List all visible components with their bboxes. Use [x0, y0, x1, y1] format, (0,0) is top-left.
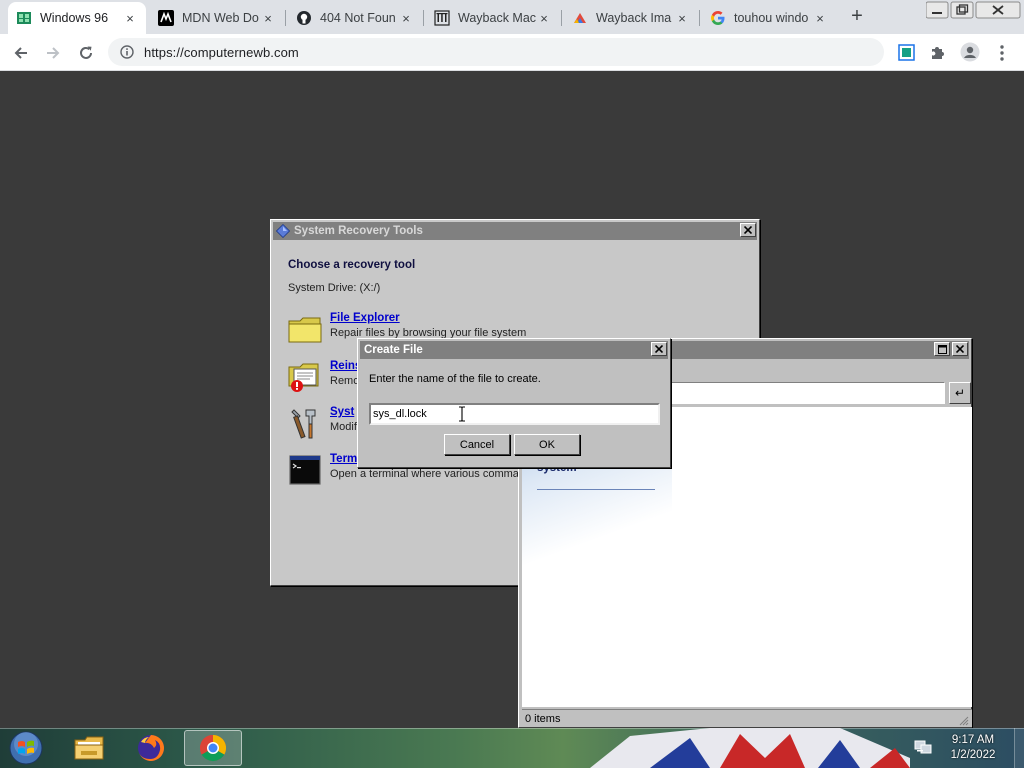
profile-avatar-icon[interactable] — [960, 42, 980, 62]
maximize-icon — [937, 344, 947, 354]
new-tab-button[interactable]: + — [846, 6, 868, 28]
start-button[interactable] — [4, 729, 48, 767]
tab-separator — [423, 10, 424, 26]
close-icon[interactable]: × — [122, 11, 138, 26]
terminal-icon — [289, 455, 321, 485]
resize-grip-icon[interactable] — [957, 714, 969, 726]
item-count: 0 items — [525, 713, 561, 725]
create-file-dialog: Create File Enter the name of the file t… — [357, 338, 671, 468]
show-desktop-button[interactable] — [1014, 728, 1024, 768]
mdn-favicon-icon — [158, 10, 174, 26]
sidebar-divider — [537, 489, 655, 490]
tools-icon — [291, 409, 316, 439]
network-icon[interactable] — [914, 738, 932, 756]
tool-description: Open a terminal where various comma — [330, 468, 519, 480]
firefox-icon — [138, 735, 164, 761]
windows96-favicon-icon — [16, 10, 32, 26]
taskbar-file-explorer[interactable] — [60, 730, 118, 766]
restore-icon[interactable] — [950, 1, 974, 19]
tab-touhou[interactable]: touhou windo × — [702, 2, 836, 34]
folder-icon — [288, 317, 322, 343]
wayback-images-favicon-icon — [572, 10, 588, 26]
taskbar-chrome[interactable] — [184, 730, 242, 766]
tool-name[interactable]: Term — [330, 453, 357, 465]
text-cursor-icon — [459, 406, 465, 422]
reload-button[interactable] — [73, 40, 99, 66]
tab-separator — [561, 10, 562, 26]
reinstall-icon — [288, 363, 319, 392]
taskbar-clock[interactable]: 9:17 AM 1/2/2022 — [940, 733, 1006, 763]
puzzle-extensions-icon[interactable] — [929, 44, 946, 61]
close-icon[interactable]: × — [674, 11, 690, 26]
wallpaper-art-icon — [590, 728, 910, 768]
google-favicon-icon — [710, 10, 726, 26]
dialog-title: Create File — [364, 344, 423, 356]
tab-label: touhou windo — [734, 11, 809, 25]
recovery-close-button[interactable] — [740, 223, 756, 237]
wayback-favicon-icon — [434, 10, 450, 26]
file-explorer-icon — [74, 736, 104, 760]
system-drive-label: System Drive: (X:/) — [288, 282, 381, 294]
close-icon[interactable]: × — [260, 11, 276, 26]
window-controls — [926, 1, 1021, 19]
tab-label: MDN Web Do — [182, 11, 259, 25]
tab-separator — [285, 10, 286, 26]
recovery-title-bar[interactable]: System Recovery Tools — [273, 222, 757, 240]
recovery-heading: Choose a recovery tool — [288, 259, 416, 271]
dialog-prompt: Enter the name of the file to create. — [369, 373, 541, 385]
forward-button[interactable] — [40, 40, 66, 66]
close-icon — [956, 345, 964, 353]
back-button[interactable] — [8, 40, 34, 66]
tool-name[interactable]: Syst — [330, 406, 354, 418]
reload-icon — [80, 46, 92, 59]
file-name-input[interactable] — [369, 403, 660, 425]
close-icon — [744, 226, 752, 234]
browser-tab-strip: Windows 96 × MDN Web Do × 404 Not Foun ×… — [0, 0, 1024, 34]
tab-404[interactable]: 404 Not Foun × — [288, 2, 422, 34]
clock-time: 9:17 AM — [951, 734, 995, 746]
explorer-path-input[interactable] — [669, 382, 945, 404]
ok-button[interactable]: OK — [514, 434, 580, 455]
address-bar[interactable]: https://computernewb.com — [108, 38, 884, 66]
recovery-title: System Recovery Tools — [294, 225, 423, 237]
tab-wayback-images[interactable]: Wayback Ima × — [564, 2, 698, 34]
clock-date: 1/2/2022 — [950, 749, 996, 761]
forward-arrow-icon — [47, 47, 60, 59]
tab-wayback-machine[interactable]: Wayback Mac × — [426, 2, 560, 34]
diamond-icon — [276, 224, 290, 238]
maximize-button[interactable] — [934, 342, 950, 356]
extension-icon[interactable] — [898, 44, 915, 61]
cancel-button[interactable]: Cancel — [444, 434, 510, 455]
close-icon[interactable]: × — [536, 11, 552, 26]
menu-kebab-icon[interactable] — [998, 44, 1006, 62]
github-favicon-icon — [296, 10, 312, 26]
taskbar-firefox[interactable] — [122, 730, 180, 766]
close-icon[interactable]: × — [398, 11, 414, 26]
chrome-icon — [199, 734, 227, 762]
taskbar — [0, 728, 1024, 768]
close-icon — [655, 345, 663, 353]
go-button[interactable]: ↵ — [949, 382, 971, 404]
tool-description: Modif — [330, 421, 357, 433]
tab-separator — [699, 10, 700, 26]
tab-windows96[interactable]: Windows 96 × — [8, 2, 146, 34]
dialog-close-button[interactable] — [651, 342, 667, 356]
tab-label: Windows 96 — [40, 11, 109, 25]
tab-mdn[interactable]: MDN Web Do × — [150, 2, 284, 34]
tool-name[interactable]: File Explorer — [330, 312, 400, 324]
explorer-status-bar: 0 items — [522, 709, 972, 727]
create-file-title-bar[interactable]: Create File — [360, 341, 668, 359]
windows-orb-icon — [9, 731, 43, 765]
minimize-icon[interactable] — [926, 1, 949, 19]
tab-label: Wayback Mac — [458, 11, 536, 25]
tab-label: Wayback Ima — [596, 11, 672, 25]
close-window-icon[interactable] — [975, 1, 1021, 19]
site-info-icon[interactable] — [120, 45, 136, 59]
explorer-close-button[interactable] — [952, 342, 968, 356]
back-arrow-icon — [14, 47, 27, 59]
close-icon[interactable]: × — [812, 11, 828, 26]
tab-label: 404 Not Foun — [320, 11, 396, 25]
tool-description: Remo — [330, 375, 360, 387]
address-url: https://computernewb.com — [144, 44, 299, 60]
